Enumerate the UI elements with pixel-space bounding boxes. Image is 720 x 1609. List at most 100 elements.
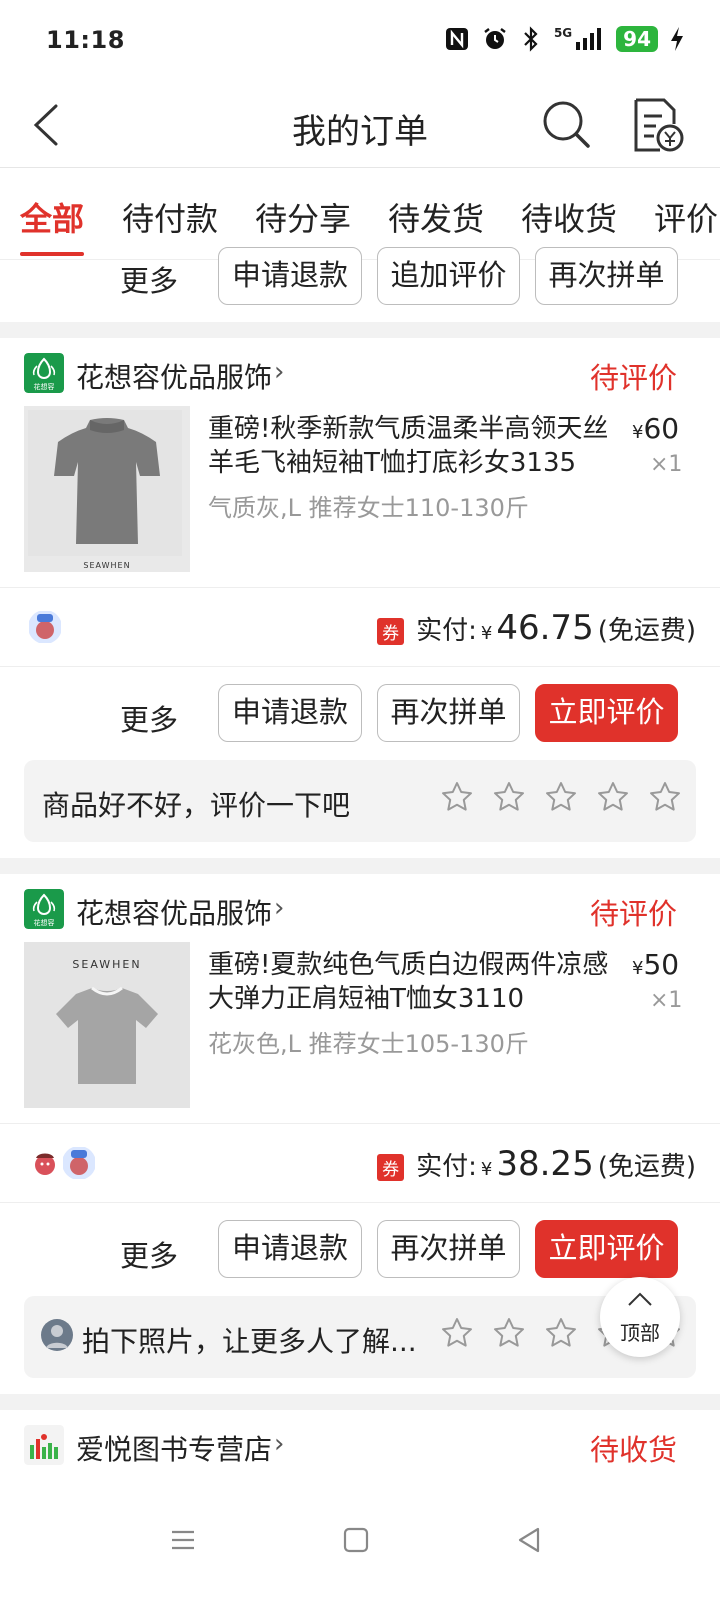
paid-amount: 46.75	[496, 608, 594, 648]
tab-pending-share[interactable]: 待分享	[255, 194, 351, 240]
product-spec: 花灰色,L 推荐女士105-130斤	[208, 1030, 529, 1058]
star-icon[interactable]	[492, 780, 526, 814]
more-button[interactable]: 更多	[120, 1233, 178, 1275]
product-spec: 气质灰,L 推荐女士110-130斤	[208, 494, 529, 522]
order-status: 待评价	[590, 361, 678, 395]
star-rating[interactable]	[440, 780, 682, 814]
tshirt-light-grey-image: SEAWHEN	[24, 942, 190, 1108]
shipping-note: (免运费)	[597, 1152, 696, 1182]
product-price: ¥60	[632, 412, 680, 445]
section-divider	[0, 322, 720, 338]
star-icon[interactable]	[596, 780, 630, 814]
review-now-button[interactable]: 立即评价	[535, 684, 678, 742]
paid-label: 实付:	[416, 1152, 477, 1182]
star-icon[interactable]	[544, 780, 578, 814]
refund-button[interactable]: 申请退款	[218, 1220, 362, 1278]
tab-active-indicator	[20, 252, 84, 256]
shop-name[interactable]: 花想容优品服饰	[76, 356, 272, 396]
star-icon[interactable]	[440, 1316, 474, 1350]
reorder-button[interactable]: 再次拼单	[535, 247, 678, 305]
paid-label: 实付:	[416, 616, 477, 646]
review-now-button[interactable]: 立即评价	[535, 1220, 678, 1278]
star-icon[interactable]	[648, 780, 682, 814]
shop-logo-text: 花想容	[34, 382, 55, 391]
section-divider	[0, 1394, 720, 1410]
paid-summary: 券 实付: ¥ 38.25 (免运费)	[377, 1144, 696, 1184]
paid-summary: 券 实付: ¥ 46.75 (免运费)	[377, 608, 696, 648]
sticker-avatar-icon	[29, 611, 61, 643]
charging-icon	[671, 27, 683, 51]
sticker-avatar-icon	[35, 1153, 55, 1175]
coupon-badge: 券	[377, 618, 405, 645]
shop-name[interactable]: 爱悦图书专营店	[76, 1428, 272, 1468]
status-time: 11:18	[46, 26, 125, 54]
review-prompt-text: 商品好不好，评价一下吧	[42, 789, 351, 822]
currency-symbol: ¥	[480, 1159, 493, 1180]
thumb-brand: SEAWHEN	[83, 561, 130, 570]
chevron-right-icon[interactable]: ›	[274, 1429, 284, 1459]
tab-all[interactable]: 全部	[20, 194, 84, 240]
shipping-note: (免运费)	[597, 616, 696, 646]
product-price: ¥50	[632, 948, 680, 981]
divider	[0, 666, 720, 667]
chevron-right-icon[interactable]: ›	[274, 357, 284, 387]
page-title: 我的订单	[292, 112, 428, 152]
review-prompt[interactable]: 商品好不好，评价一下吧	[24, 760, 696, 842]
section-divider	[0, 858, 720, 874]
shop-logo[interactable]: 花想容	[24, 353, 64, 393]
product-title[interactable]: 重磅!秋季新款气质温柔半高领天丝羊毛飞袖短袖T恤打底衫女3135	[208, 412, 628, 480]
product-image[interactable]: SEAWHEN	[24, 942, 190, 1108]
paid-amount: 38.25	[496, 1144, 594, 1184]
system-nav-bar	[0, 1520, 720, 1609]
coupon-badge: 券	[377, 1154, 405, 1181]
signal-icon	[576, 28, 602, 50]
add-review-button[interactable]: 追加评价	[377, 247, 520, 305]
shop-name[interactable]: 花想容优品服饰	[76, 892, 272, 932]
back-to-top-label: 顶部	[620, 1321, 660, 1345]
refund-button[interactable]: 申请退款	[218, 247, 362, 305]
star-icon[interactable]	[544, 1316, 578, 1350]
chevron-right-icon[interactable]: ›	[274, 893, 284, 923]
reorder-button[interactable]: 再次拼单	[377, 1220, 520, 1278]
status-icons: 5G 94	[444, 26, 684, 52]
product-title[interactable]: 重磅!夏款纯色气质白边假两件凉感大弹力正肩短袖T恤女3110	[208, 948, 628, 1016]
user-avatar	[41, 1319, 73, 1351]
status-bar: 11:18 5G 94	[0, 0, 720, 80]
tab-pending-shipment[interactable]: 待发货	[388, 194, 484, 240]
star-icon[interactable]	[440, 780, 474, 814]
menu-icon[interactable]	[170, 1528, 196, 1552]
back-nav-icon[interactable]	[516, 1526, 542, 1554]
bill-icon[interactable]	[630, 96, 684, 154]
review-prompt[interactable]: 拍下照片，让更多人了解...	[24, 1296, 696, 1378]
home-icon[interactable]	[343, 1527, 369, 1553]
star-icon[interactable]	[492, 1316, 526, 1350]
bluetooth-icon	[524, 26, 538, 52]
more-button[interactable]: 更多	[120, 258, 178, 300]
alarm-icon	[484, 28, 506, 49]
more-button[interactable]: 更多	[120, 697, 178, 739]
order-status: 待评价	[590, 897, 678, 931]
order-status: 待收货	[590, 1433, 678, 1467]
reorder-button[interactable]: 再次拼单	[377, 684, 520, 742]
sticker-avatar-icon	[63, 1147, 95, 1179]
search-icon[interactable]	[540, 98, 592, 150]
product-image[interactable]: SEAWHEN	[24, 406, 190, 572]
tab-review[interactable]: 评价	[654, 194, 718, 240]
battery-level: 94	[616, 26, 658, 52]
tshirt-grey-image: SEAWHEN	[24, 406, 190, 572]
divider	[0, 587, 720, 588]
network-label: 5G	[553, 26, 573, 40]
back-to-top-button[interactable]: 顶部	[600, 1277, 680, 1357]
tab-pending-receipt[interactable]: 待收货	[521, 194, 617, 240]
currency-symbol: ¥	[480, 623, 493, 644]
thumb-brand: SEAWHEN	[72, 958, 141, 971]
nfc-icon	[445, 28, 468, 50]
divider	[0, 1123, 720, 1124]
shop-logo[interactable]	[24, 1425, 64, 1465]
product-qty: ×1	[650, 452, 683, 477]
refund-button[interactable]: 申请退款	[218, 684, 362, 742]
shop-logo[interactable]: 花想容	[24, 889, 64, 929]
review-prompt-text: 拍下照片，让更多人了解...	[82, 1325, 417, 1358]
tab-pending-payment[interactable]: 待付款	[122, 194, 218, 240]
page-header: 我的订单	[0, 80, 720, 168]
